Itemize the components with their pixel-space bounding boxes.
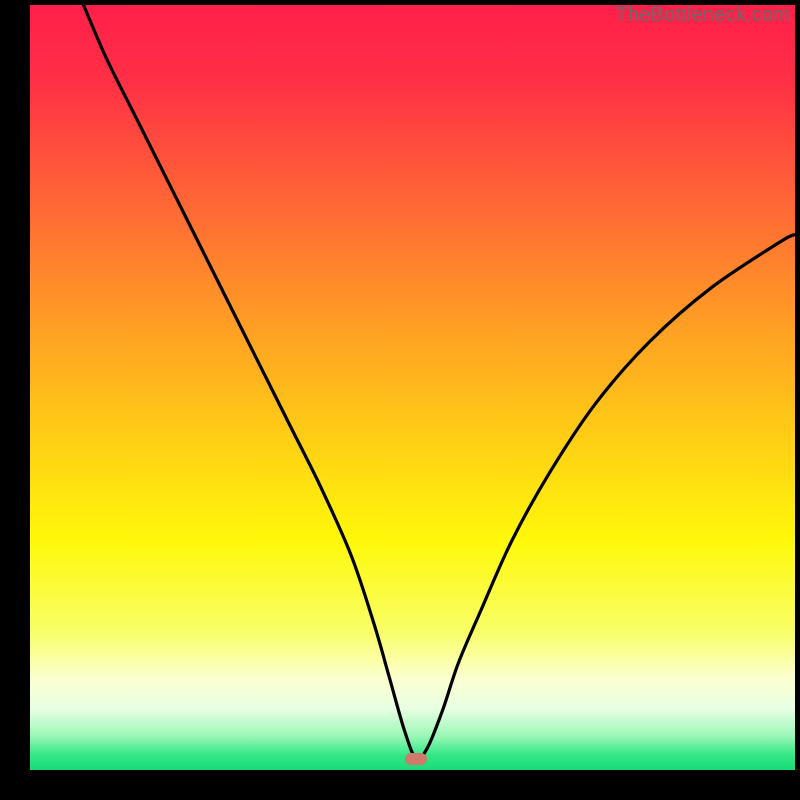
- watermark-text: TheBottleneck.com: [615, 4, 790, 27]
- plot-area: [30, 5, 795, 770]
- chart-stage: TheBottleneck.com: [0, 0, 800, 800]
- bottleneck-curve: [30, 5, 795, 770]
- minimum-marker: [405, 753, 427, 765]
